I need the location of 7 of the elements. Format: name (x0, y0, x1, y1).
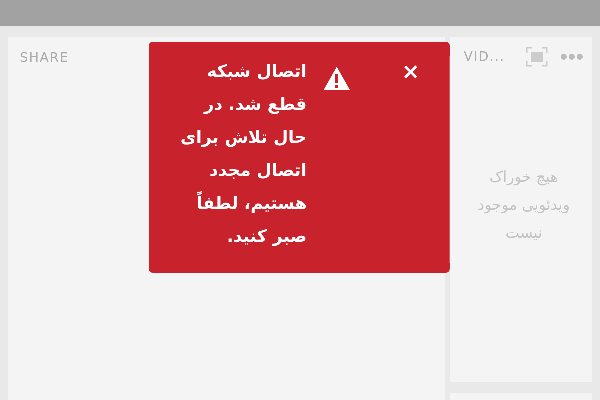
fullscreen-icon[interactable] (526, 47, 548, 67)
panel-title: VID... (464, 50, 506, 64)
toast-message: اتصال شبکه قطع شد. در حال تلاش برای اتصال مجدد هستیم، لطفاً صبر کنید. (180, 61, 307, 249)
warning-icon (323, 66, 351, 91)
panel-title: SHARE (20, 51, 70, 66)
more-icon[interactable] (560, 53, 584, 61)
close-button[interactable]: × (398, 62, 424, 84)
